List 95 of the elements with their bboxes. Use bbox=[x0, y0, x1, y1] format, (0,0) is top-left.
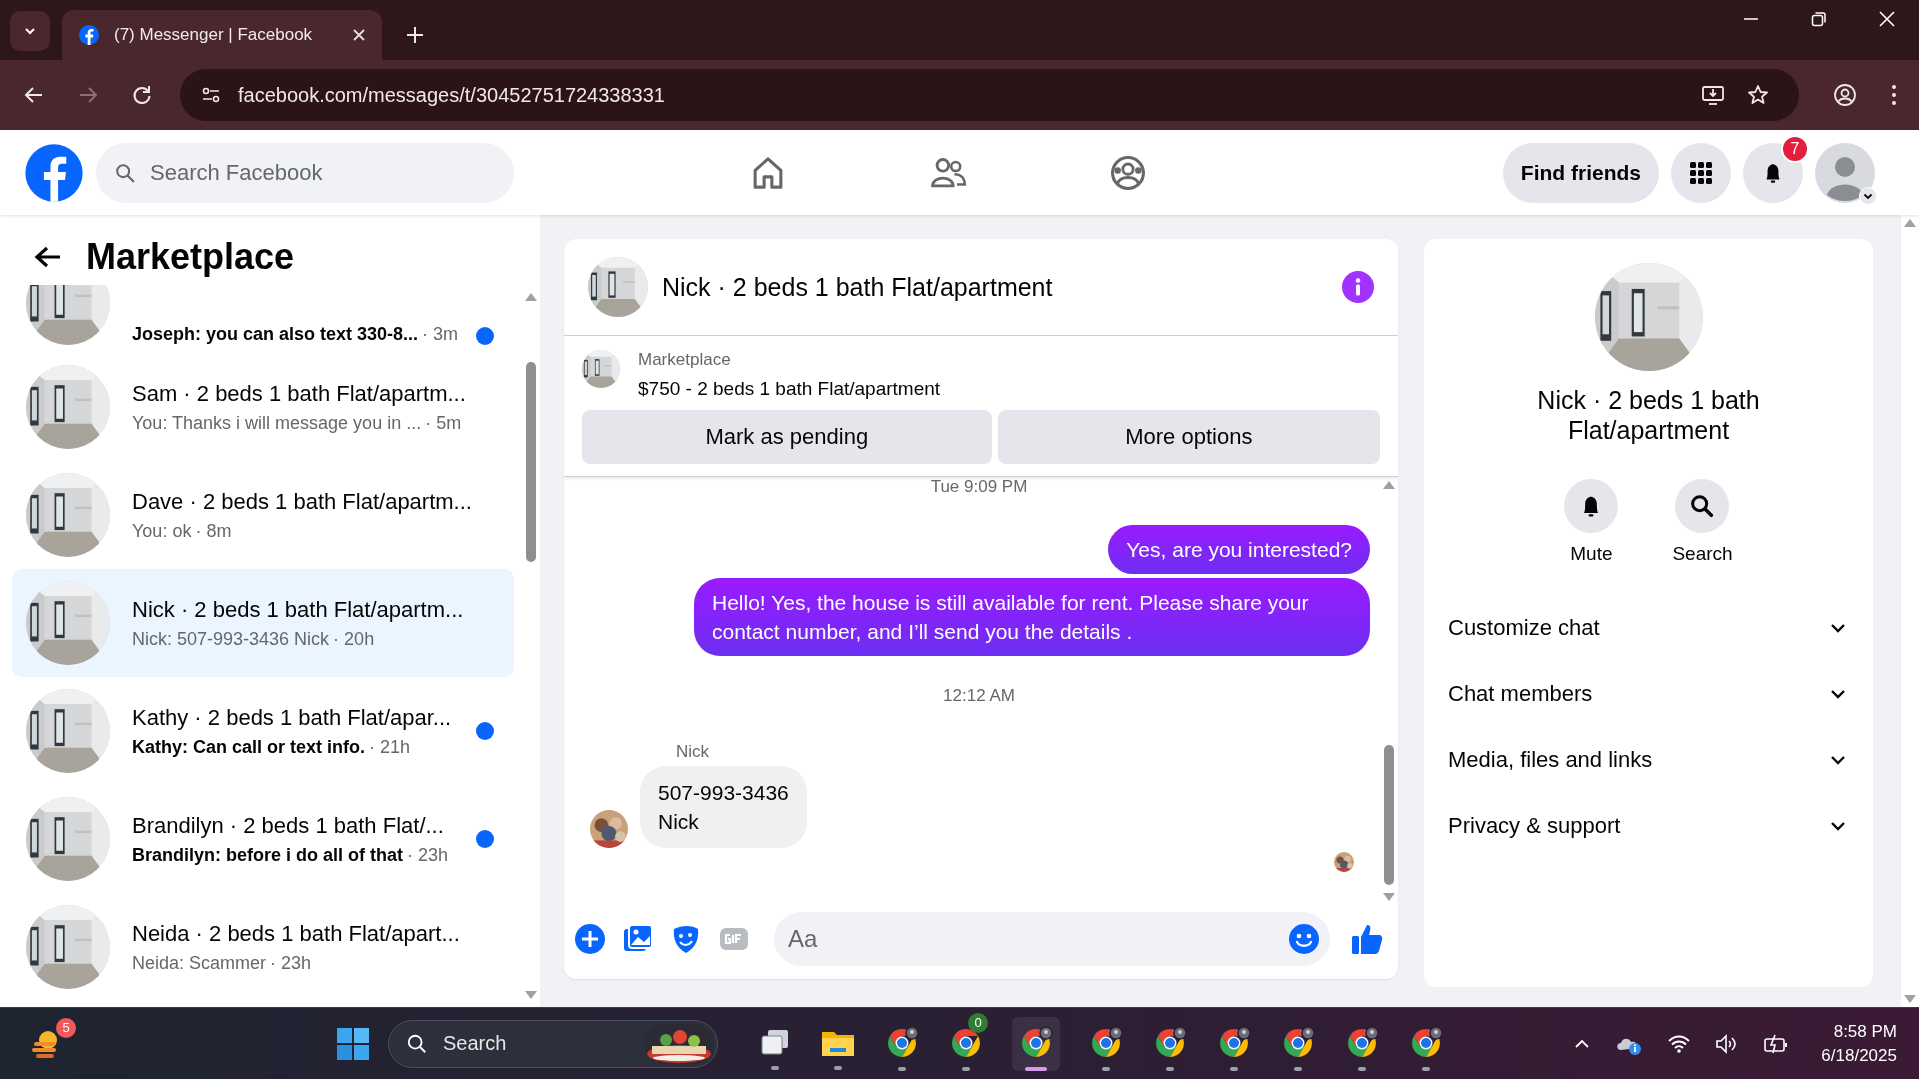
notification-badge: 0 bbox=[968, 1012, 988, 1033]
message-preview: Brandilyn: before i do all of that bbox=[132, 844, 403, 866]
conversation-title: Nick · 2 beds 1 bath Flat/apartment bbox=[1536, 385, 1761, 445]
clock-time[interactable]: 8:58 PM bbox=[1833, 1021, 1897, 1042]
install-icon[interactable] bbox=[1701, 84, 1725, 106]
scrollbar-thumb[interactable] bbox=[526, 362, 536, 562]
emoji-icon[interactable] bbox=[1288, 923, 1320, 955]
find-friends-button[interactable]: Find friends bbox=[1502, 142, 1659, 203]
listing-source: Marketplace bbox=[638, 350, 732, 370]
scroll-down-icon[interactable] bbox=[1904, 995, 1916, 1003]
tab-title: (7) Messenger | Facebook bbox=[114, 25, 314, 45]
message-bubble: Yes, are you interested? bbox=[1108, 525, 1370, 574]
timestamp: · 8m bbox=[195, 520, 232, 542]
message-preview: You: Thanks i will message you in ... bbox=[132, 412, 422, 434]
button-label: Mute bbox=[1570, 543, 1613, 565]
timestamp: 12:12 AM bbox=[942, 686, 1016, 706]
timestamp: Tue 9:09 PM bbox=[929, 477, 1029, 497]
profile-icon[interactable] bbox=[1833, 83, 1857, 107]
chevron-down-icon bbox=[1859, 186, 1877, 205]
message-preview: Kathy: Can call or text info. bbox=[132, 736, 366, 758]
address-bar[interactable]: facebook.com/messages/t/30452751724338331 bbox=[180, 69, 1799, 121]
search-button[interactable] bbox=[1675, 479, 1730, 533]
avatar-icon bbox=[1815, 142, 1875, 203]
message-preview: You: ok bbox=[132, 520, 192, 542]
battery-icon[interactable] bbox=[1763, 1032, 1790, 1055]
info-icon[interactable] bbox=[1342, 271, 1374, 303]
timestamp: · 21h bbox=[369, 736, 411, 758]
conversation-item[interactable]: Brandilyn · 2 beds 1 bath Flat/... Brandilyn: before i do all of that · 23h bbox=[12, 785, 514, 893]
browser-tab[interactable]: (7) Messenger | Facebook bbox=[62, 10, 382, 60]
forward-icon[interactable] bbox=[78, 85, 98, 105]
sidebar-title: Marketplace bbox=[86, 236, 295, 278]
conversation-item[interactable]: Kathy · 2 beds 1 bath Flat/apar... Kathy: Can call or text info. · 21h bbox=[12, 677, 514, 785]
scroll-up-icon[interactable] bbox=[1383, 481, 1395, 489]
plus-icon[interactable] bbox=[574, 923, 606, 955]
section-header[interactable]: Privacy & support bbox=[1424, 793, 1873, 859]
new-tab-icon[interactable] bbox=[406, 26, 424, 44]
notifications-button[interactable] bbox=[1743, 142, 1803, 203]
grid-icon bbox=[1690, 161, 1712, 184]
notification-badge: 7 bbox=[1781, 134, 1809, 163]
listing-title: $750 - 2 beds 1 bath Flat/apartment bbox=[638, 378, 941, 400]
search-icon bbox=[114, 161, 136, 184]
timestamp: · 20h bbox=[333, 628, 375, 650]
conversation-item[interactable]: Dave · 2 beds 1 bath Flat/apartm... You: ok · 8m bbox=[12, 461, 514, 569]
section-header[interactable]: Customize chat bbox=[1424, 595, 1873, 661]
timestamp: · 3m bbox=[422, 324, 459, 345]
conversation-item[interactable]: Joseph: you can also text 330-8... · 3m bbox=[12, 285, 514, 353]
scroll-up-icon[interactable] bbox=[1904, 219, 1916, 227]
scroll-down-icon[interactable] bbox=[1383, 893, 1395, 901]
chat-title: Nick · 2 beds 1 bath Flat/apartment bbox=[662, 272, 1054, 302]
facebook-icon bbox=[78, 24, 100, 46]
conversation-title: Brandilyn · 2 beds 1 bath Flat/... bbox=[132, 812, 445, 839]
button-label: Search bbox=[1672, 543, 1733, 565]
clock-date[interactable]: 6/18/2025 bbox=[1821, 1045, 1897, 1066]
account-button[interactable] bbox=[1815, 142, 1875, 203]
message-field[interactable]: Aa bbox=[774, 912, 1330, 966]
message-bubble: 507-993-3436 Nick bbox=[640, 766, 807, 848]
conversation-title: Dave · 2 beds 1 bath Flat/apartm... bbox=[132, 488, 473, 515]
message-preview: Joseph: you can also text 330-8... bbox=[132, 324, 419, 345]
search-field[interactable]: Search Facebook bbox=[96, 142, 514, 203]
timestamp: · 5m bbox=[425, 412, 462, 434]
notification-badge: 5 bbox=[56, 1017, 76, 1038]
sender-name: Nick bbox=[676, 742, 711, 762]
url-text: facebook.com/messages/t/30452751724338331 bbox=[238, 83, 666, 107]
message-bubble: Hello! Yes, the house is still available for rent. Please share your contact number, and I’ll send you the details . bbox=[694, 578, 1370, 656]
conversation-title: Nick · 2 beds 1 bath Flat/apartm... bbox=[132, 596, 465, 623]
scrollbar-thumb[interactable] bbox=[1384, 745, 1394, 885]
search-icon bbox=[406, 1032, 428, 1055]
section-header[interactable]: Media, files and links bbox=[1424, 727, 1873, 793]
groups-icon[interactable] bbox=[1109, 154, 1146, 191]
star-icon[interactable] bbox=[1747, 84, 1769, 106]
conversation-title: Kathy · 2 beds 1 bath Flat/apar... bbox=[132, 704, 453, 731]
back-icon[interactable] bbox=[24, 85, 44, 105]
section-header[interactable]: Chat members bbox=[1424, 661, 1873, 727]
thumbs-up-icon[interactable] bbox=[1350, 922, 1384, 956]
menu-icon[interactable] bbox=[1891, 84, 1897, 106]
action-button[interactable]: More options bbox=[997, 410, 1380, 464]
action-button[interactable]: Mark as pending bbox=[582, 410, 992, 464]
conversation-title: Neida · 2 beds 1 bath Flat/apart... bbox=[132, 920, 461, 947]
conversation-title: Sam · 2 beds 1 bath Flat/apartm... bbox=[132, 380, 467, 407]
conversation-item[interactable]: Sam · 2 beds 1 bath Flat/apartm... You: Thanks i will message you in ... · 5m bbox=[12, 353, 514, 461]
conversation-item[interactable]: Neida · 2 beds 1 bath Flat/apart... Neida: Scammer · 23h bbox=[12, 893, 514, 1001]
facebook-logo-icon[interactable] bbox=[24, 142, 84, 203]
message-preview: Neida: Scammer bbox=[132, 952, 267, 974]
timestamp: · 23h bbox=[407, 844, 449, 866]
windows-start-icon[interactable] bbox=[336, 1026, 370, 1061]
back-arrow-icon[interactable] bbox=[34, 245, 62, 269]
mute-button[interactable] bbox=[1564, 479, 1619, 533]
restore-icon[interactable] bbox=[1811, 11, 1827, 27]
timestamp: · 23h bbox=[270, 952, 312, 974]
scroll-down-icon[interactable] bbox=[525, 991, 537, 999]
reload-icon[interactable] bbox=[132, 85, 152, 105]
scroll-up-icon[interactable] bbox=[525, 293, 537, 301]
message-preview: Nick: 507-993-3436 Nick bbox=[132, 628, 330, 650]
close-icon[interactable] bbox=[352, 28, 366, 42]
conversation-item[interactable]: Nick · 2 beds 1 bath Flat/apartm... Nick: 507-993-3436 Nick · 20h bbox=[12, 569, 514, 677]
